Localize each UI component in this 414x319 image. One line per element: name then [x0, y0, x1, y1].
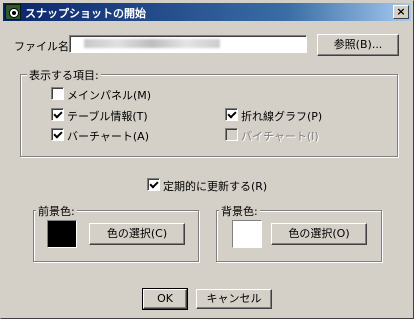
app-icon — [5, 4, 21, 20]
close-button[interactable]: × — [393, 5, 409, 19]
title-bar[interactable]: スナップショットの開始 × — [3, 3, 411, 21]
pie-chart-label: パイチャート(I) — [241, 130, 319, 143]
close-icon: × — [396, 5, 406, 18]
file-name-value — [84, 39, 220, 48]
foreground-select-button[interactable]: 色の選択(C) — [89, 223, 185, 245]
table-info-checkbox[interactable] — [51, 108, 64, 121]
checkmark-icon — [53, 109, 63, 119]
ok-button[interactable]: OK — [142, 288, 188, 310]
display-items-title: 表示する項目: — [27, 67, 101, 83]
periodic-update-label: 定期的に更新する(R) — [163, 180, 268, 193]
snapshot-dialog: スナップショットの開始 × ファイル名: 参照(B)... 表示する項目: メイ… — [0, 0, 414, 319]
main-panel-checkbox[interactable] — [51, 87, 64, 100]
background-swatch — [232, 220, 262, 248]
checkmark-icon — [53, 129, 63, 139]
background-select-button[interactable]: 色の選択(O) — [271, 223, 367, 245]
foreground-title: 前景色: — [36, 203, 77, 219]
window-title: スナップショットの開始 — [25, 7, 146, 20]
file-name-input[interactable] — [69, 35, 307, 53]
main-panel-label: メインパネル(M) — [67, 89, 152, 102]
browse-button[interactable]: 参照(B)... — [317, 34, 399, 56]
line-graph-checkbox[interactable] — [225, 108, 238, 121]
checkmark-icon — [227, 109, 237, 119]
periodic-update-checkbox[interactable] — [147, 178, 160, 191]
cancel-button[interactable]: キャンセル — [196, 289, 272, 309]
file-name-label: ファイル名: — [14, 40, 73, 53]
checkmark-icon — [149, 179, 159, 189]
bar-chart-label: バーチャート(A) — [67, 130, 149, 143]
line-graph-label: 折れ線グラフ(P) — [241, 110, 323, 123]
table-info-label: テーブル情報(T) — [67, 110, 148, 123]
background-title: 背景色: — [219, 203, 260, 219]
foreground-swatch — [47, 220, 77, 248]
bar-chart-checkbox[interactable] — [51, 128, 64, 141]
pie-chart-checkbox — [225, 128, 238, 141]
